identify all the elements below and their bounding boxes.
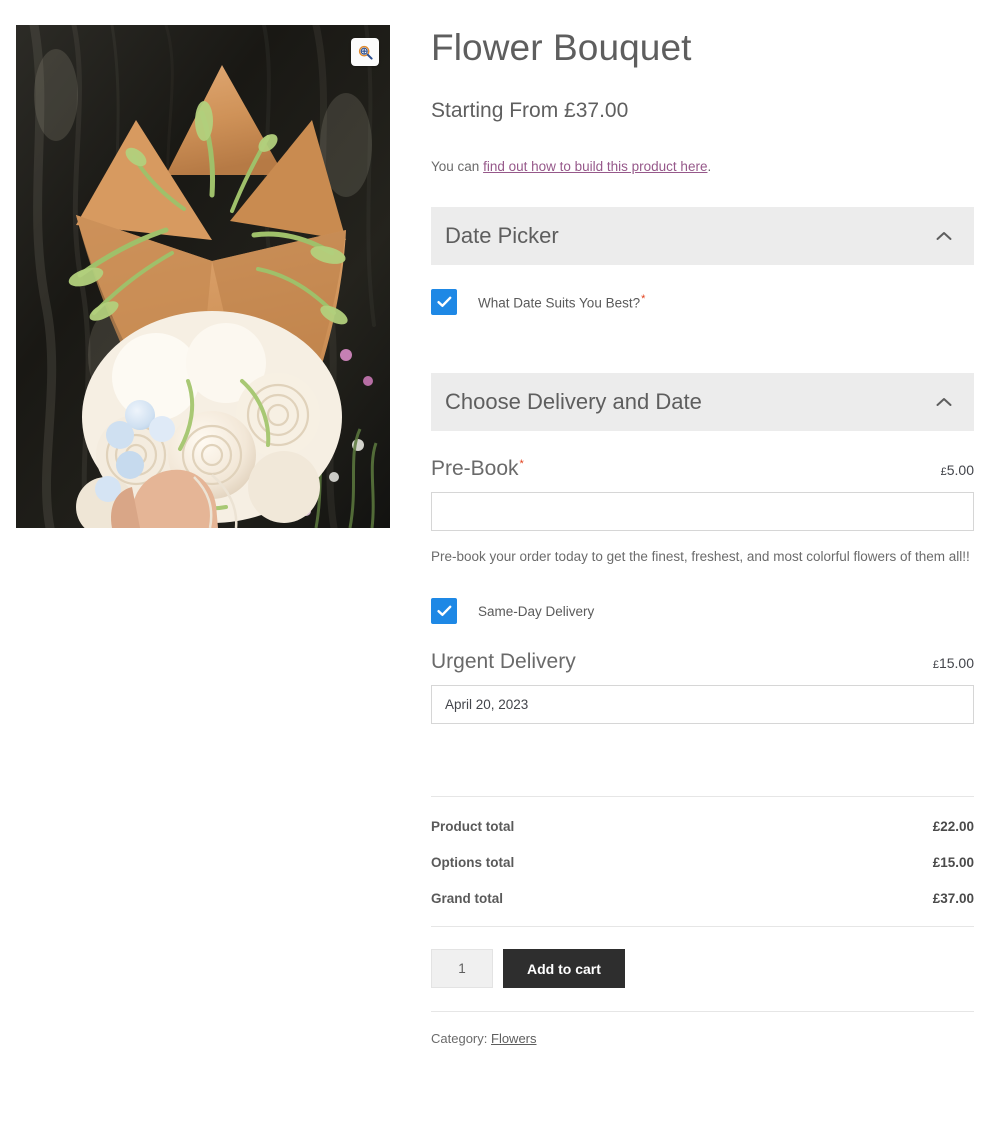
section-title-date-picker: Date Picker [445, 223, 559, 248]
option-label-prebook: Pre-Book* [431, 457, 524, 481]
option-row-prebook: Pre-Book* £5.00 [431, 457, 974, 481]
product-gallery [16, 25, 390, 528]
note-suffix: . [707, 159, 712, 174]
required-asterisk: * [641, 293, 646, 306]
total-amount: £37.00 [932, 891, 974, 906]
total-label: Product total [431, 819, 515, 834]
checkbox-same-day-delivery[interactable] [431, 598, 457, 624]
price-amount: 15.00 [938, 655, 974, 671]
section-header-choose-delivery[interactable]: Choose Delivery and Date [431, 373, 974, 431]
checkbox-what-date-suits-you-best[interactable] [431, 289, 457, 315]
total-label: Options total [431, 855, 515, 870]
section-header-date-picker[interactable]: Date Picker [431, 207, 974, 265]
prebook-input[interactable] [431, 492, 974, 531]
quantity-input[interactable]: 1 [431, 949, 493, 988]
check-icon [436, 296, 451, 307]
total-amount: £22.00 [932, 819, 974, 834]
checkbox-label-text: What Date Suits You Best? [478, 295, 641, 311]
page-title: Flower Bouquet [431, 27, 692, 68]
option-label-text: Pre-Book [431, 457, 519, 480]
option-price-prebook: £5.00 [941, 462, 974, 478]
option-row-what-date: What Date Suits You Best?* [431, 289, 974, 315]
total-amount: £15.00 [932, 855, 974, 870]
section-title-choose-delivery: Choose Delivery and Date [445, 389, 702, 414]
option-label-urgent-delivery: Urgent Delivery [431, 650, 576, 673]
total-row-product: Product total £22.00 [431, 819, 974, 834]
product-summary: Flower Bouquet Starting From £37.00 You … [431, 25, 974, 1046]
prebook-help-text: Pre-book your order today to get the fin… [431, 549, 970, 564]
checkbox-label-same-day-delivery: Same-Day Delivery [478, 603, 595, 619]
option-row-same-day-delivery: Same-Day Delivery [431, 598, 974, 624]
build-product-note: You can find out how to build this produ… [431, 157, 974, 177]
chevron-up-icon [936, 231, 952, 241]
category-link-flowers[interactable]: Flowers [491, 1031, 537, 1046]
chevron-up-icon [936, 397, 952, 407]
magnifier-plus-icon [358, 45, 373, 60]
totals-block: Product total £22.00 Options total £15.0… [431, 796, 974, 906]
option-row-urgent-delivery: Urgent Delivery £15.00 [431, 650, 974, 674]
total-label: Grand total [431, 891, 504, 906]
required-asterisk: * [519, 458, 524, 470]
price-amount: 5.00 [946, 462, 974, 478]
checkbox-label-what-date: What Date Suits You Best?* [478, 293, 645, 311]
image-zoom-button[interactable] [351, 38, 379, 66]
urgent-delivery-date-input[interactable]: April 20, 2023 [431, 685, 974, 724]
total-row-grand: Grand total £37.00 [431, 891, 974, 906]
note-prefix: You can [431, 159, 484, 174]
build-product-link[interactable]: find out how to build this product here [483, 159, 707, 174]
option-price-urgent-delivery: £15.00 [933, 655, 974, 671]
product-page: Flower Bouquet Starting From £37.00 You … [0, 0, 1004, 1146]
total-row-options: Options total £15.00 [431, 855, 974, 870]
add-to-cart-form: 1 Add to cart [431, 926, 974, 988]
add-to-cart-button[interactable]: Add to cart [503, 949, 625, 988]
check-icon [436, 605, 451, 616]
product-meta: Category: Flowers [431, 1011, 974, 1046]
product-price: Starting From £37.00 [431, 99, 629, 122]
category-label: Category: [431, 1031, 488, 1046]
product-image[interactable] [16, 25, 390, 528]
